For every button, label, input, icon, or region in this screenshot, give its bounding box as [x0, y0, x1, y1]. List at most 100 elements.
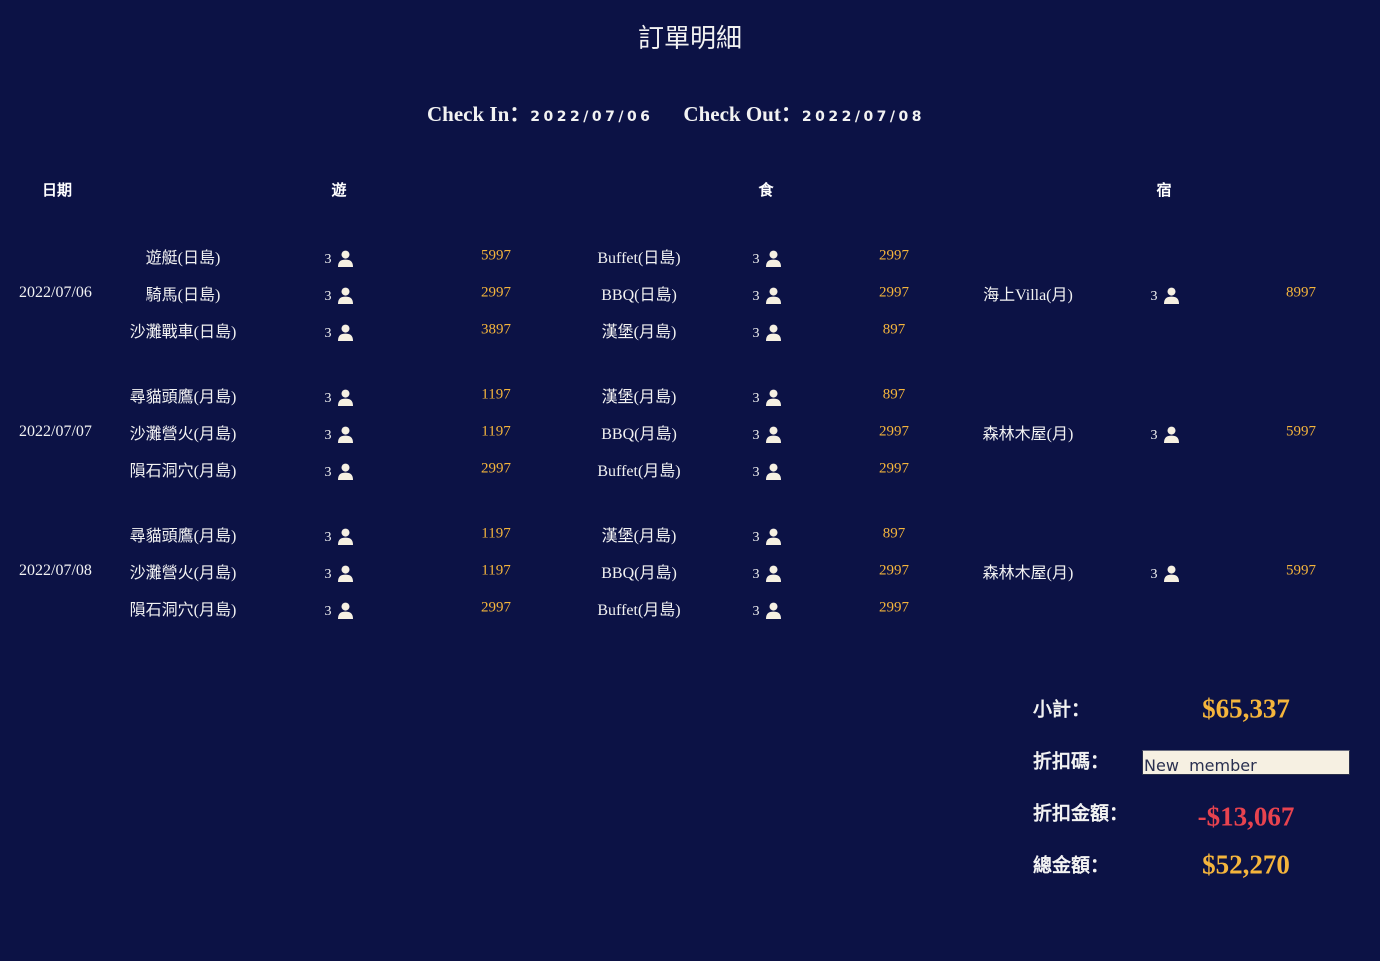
quantity-value: 3 — [752, 289, 760, 304]
total-value: $52,270 — [1202, 849, 1290, 880]
food-quantity: 3 — [753, 248, 782, 268]
activity-price: 1197 — [481, 423, 511, 440]
quantity-value: 3 — [1150, 428, 1158, 443]
quantity-value: 3 — [324, 465, 332, 480]
quantity-value: 3 — [324, 252, 332, 267]
food-name: Buffet(月島) — [597, 463, 681, 480]
stay-dates: Check In：2022/07/06 Check Out：2022/07/08 — [0, 98, 1352, 128]
person-icon — [338, 250, 353, 267]
food-price: 2997 — [879, 284, 909, 301]
activity-price: 2997 — [481, 599, 511, 616]
food-price: 2997 — [879, 460, 909, 477]
activity-name: 沙灘戰車(日島) — [129, 324, 237, 341]
activity-quantity: 3 — [325, 248, 354, 268]
person-icon — [766, 389, 781, 406]
coupon-code-input[interactable]: New member — [1142, 750, 1350, 775]
food-quantity: 3 — [753, 387, 782, 407]
person-icon — [766, 426, 781, 443]
person-icon — [338, 389, 353, 406]
header-food: 食 — [758, 181, 774, 199]
activity-quantity: 3 — [325, 600, 354, 620]
food-name: BBQ(月島) — [601, 426, 677, 443]
food-name: BBQ(日島) — [601, 287, 677, 304]
activity-price: 1197 — [481, 525, 511, 542]
food-price: 897 — [882, 386, 906, 403]
activity-name: 尋貓頭鷹(月島) — [129, 389, 237, 406]
quantity-value: 3 — [752, 326, 760, 341]
order-detail-page: 訂單明細 Check In：2022/07/06 Check Out：2022/0… — [0, 0, 1380, 961]
quantity-value: 3 — [324, 567, 332, 582]
person-icon — [766, 528, 781, 545]
order-date: 2022/07/07 — [19, 423, 92, 440]
stay-name: 海上Villa(月) — [983, 287, 1073, 304]
activity-quantity: 3 — [325, 285, 354, 305]
page-title: 訂單明細 — [637, 24, 742, 54]
person-icon — [338, 565, 353, 582]
person-icon — [1164, 565, 1179, 582]
stay-name: 森林木屋(月) — [982, 565, 1074, 582]
food-name: 漢堡(月島) — [601, 389, 677, 406]
activity-price: 2997 — [481, 284, 511, 301]
check-in-label: Check In： — [426, 102, 531, 126]
person-icon — [338, 426, 353, 443]
stay-price: 5997 — [1286, 562, 1316, 579]
quantity-value: 3 — [324, 428, 332, 443]
quantity-value: 3 — [752, 391, 760, 406]
quantity-value: 3 — [324, 604, 332, 619]
person-icon — [766, 602, 781, 619]
header-stay: 宿 — [1156, 181, 1172, 199]
food-name: 漢堡(月島) — [601, 324, 677, 341]
person-icon — [338, 528, 353, 545]
activity-quantity: 3 — [325, 424, 354, 444]
total-label: 總金額： — [1033, 854, 1110, 877]
activity-name: 尋貓頭鷹(月島) — [129, 528, 237, 545]
quantity-value: 3 — [752, 567, 760, 582]
food-quantity: 3 — [753, 285, 782, 305]
food-name: Buffet(日島) — [597, 250, 681, 267]
coupon-label: 折扣碼： — [1033, 750, 1110, 773]
activity-price: 2997 — [481, 460, 511, 477]
person-icon — [766, 463, 781, 480]
quantity-value: 3 — [752, 252, 760, 267]
order-date: 2022/07/06 — [19, 284, 92, 301]
stay-name: 森林木屋(月) — [982, 426, 1074, 443]
food-quantity: 3 — [753, 563, 782, 583]
quantity-value: 3 — [324, 289, 332, 304]
person-icon — [766, 565, 781, 582]
quantity-value: 3 — [324, 391, 332, 406]
person-icon — [766, 250, 781, 267]
person-icon — [338, 324, 353, 341]
activity-name: 遊艇(日島) — [145, 250, 221, 267]
subtotal-label: 小計： — [1033, 698, 1091, 721]
quantity-value: 3 — [752, 465, 760, 480]
quantity-value: 3 — [752, 428, 760, 443]
discount-label: 折扣金額： — [1033, 802, 1129, 825]
food-name: Buffet(月島) — [597, 602, 681, 619]
food-price: 2997 — [879, 599, 909, 616]
activity-name: 隕石洞穴(月島) — [129, 602, 237, 619]
person-icon — [766, 324, 781, 341]
food-quantity: 3 — [753, 526, 782, 546]
stay-quantity: 3 — [1151, 424, 1180, 444]
header-date: 日期 — [41, 181, 73, 199]
activity-price: 1197 — [481, 562, 511, 579]
person-icon — [766, 287, 781, 304]
food-quantity: 3 — [753, 322, 782, 342]
person-icon — [338, 287, 353, 304]
stay-quantity: 3 — [1151, 285, 1180, 305]
activity-quantity: 3 — [325, 526, 354, 546]
order-date: 2022/07/08 — [19, 562, 92, 579]
food-quantity: 3 — [753, 461, 782, 481]
quantity-value: 3 — [324, 530, 332, 545]
food-price: 897 — [882, 321, 906, 338]
activity-name: 騎馬(日島) — [145, 287, 221, 304]
subtotal-value: $65,337 — [1202, 693, 1290, 724]
food-price: 2997 — [879, 562, 909, 579]
quantity-value: 3 — [324, 326, 332, 341]
activity-name: 沙灘營火(月島) — [129, 565, 237, 582]
quantity-value: 3 — [752, 604, 760, 619]
activity-price: 1197 — [481, 386, 511, 403]
person-icon — [1164, 287, 1179, 304]
stay-price: 5997 — [1286, 423, 1316, 440]
activity-name: 隕石洞穴(月島) — [129, 463, 237, 480]
